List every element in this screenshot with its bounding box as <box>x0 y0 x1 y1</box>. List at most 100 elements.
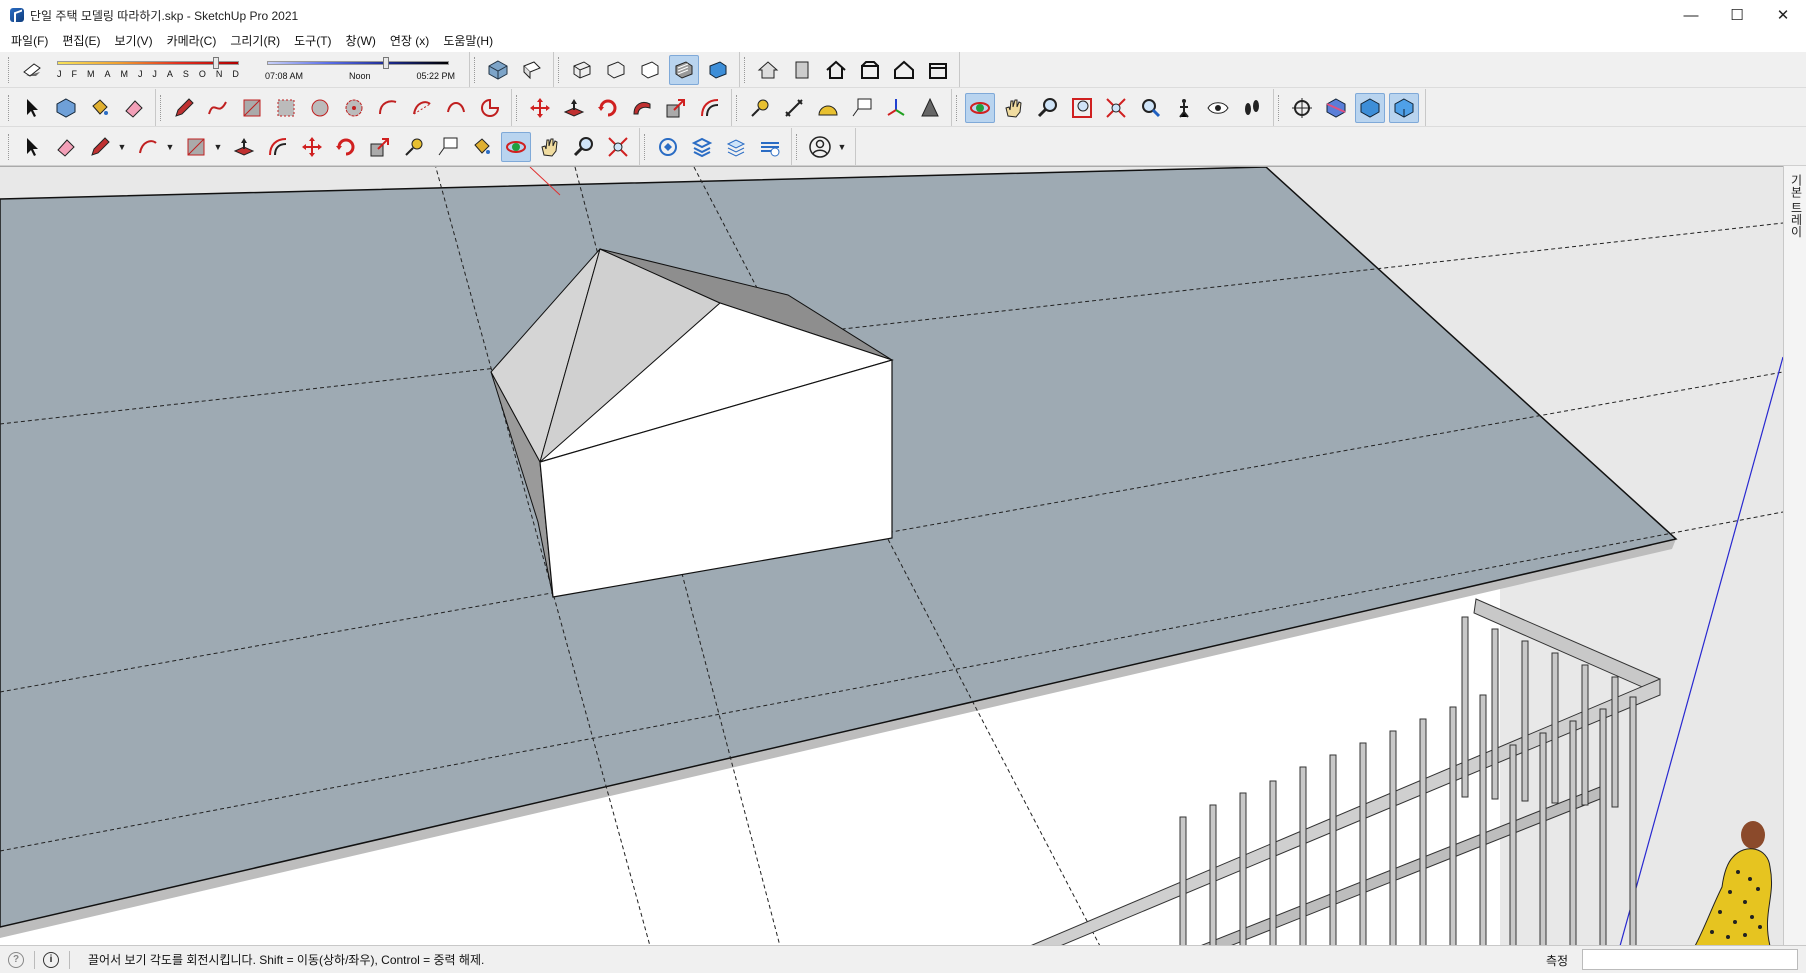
section-fill-button[interactable] <box>1389 92 1419 123</box>
zoom-window-button[interactable] <box>1067 93 1097 123</box>
toolbar-grip[interactable] <box>644 133 647 160</box>
menu-extensions[interactable]: 연장 (x) <box>383 30 436 52</box>
xray-style-button[interactable] <box>567 55 597 85</box>
store-tool-button[interactable] <box>855 55 885 85</box>
line-dropdown-arrow[interactable]: ▼ <box>117 132 127 162</box>
info-icon[interactable]: i <box>43 951 59 968</box>
rectangle-button[interactable] <box>237 93 267 123</box>
arc-button[interactable] <box>373 93 403 123</box>
orbit-button[interactable] <box>965 92 995 123</box>
tape-measure-button[interactable] <box>745 93 775 123</box>
rotate-button[interactable] <box>593 93 623 123</box>
push-pull-button-2[interactable] <box>229 132 259 162</box>
pan-button-2[interactable] <box>535 132 565 162</box>
layers-button[interactable] <box>721 132 751 162</box>
top-view-button[interactable] <box>517 55 547 85</box>
zoom-button[interactable] <box>1033 93 1063 123</box>
toolbar-grip[interactable] <box>8 56 11 83</box>
eraser-button[interactable] <box>119 93 149 123</box>
position-camera-button[interactable] <box>1169 93 1199 123</box>
menu-window[interactable]: 창(W) <box>339 30 383 52</box>
move-button-2[interactable] <box>297 132 327 162</box>
close-button[interactable]: ✕ <box>1760 0 1806 30</box>
toolbar-grip[interactable] <box>1278 94 1281 121</box>
paint-bucket-button[interactable] <box>85 93 115 123</box>
default-tray-tab[interactable]: 기본 트레이 <box>1783 166 1806 945</box>
account-dropdown-arrow[interactable]: ▼ <box>837 132 847 162</box>
circle-button[interactable] <box>305 93 335 123</box>
account-button[interactable] <box>805 132 835 162</box>
iso-view-button[interactable] <box>483 55 513 85</box>
follow-me-button[interactable] <box>627 93 657 123</box>
measurements-input[interactable] <box>1582 949 1798 970</box>
component-button[interactable] <box>51 93 81 123</box>
tape-measure-button-2[interactable] <box>399 132 429 162</box>
menu-file[interactable]: 파일(F) <box>4 30 55 52</box>
sandbox-button[interactable] <box>755 132 785 162</box>
text-button[interactable] <box>847 93 877 123</box>
date-slider[interactable]: J F M A M J J A S O N D <box>55 55 255 85</box>
arc-dropdown-arrow[interactable]: ▼ <box>165 132 175 162</box>
model-scene[interactable] <box>0 167 1783 945</box>
select-button-2[interactable] <box>17 132 47 162</box>
toolbar-grip[interactable] <box>736 94 739 121</box>
select-button[interactable] <box>17 93 47 123</box>
protractor-button[interactable] <box>813 93 843 123</box>
line-button[interactable] <box>85 132 115 162</box>
offset-button[interactable] <box>695 93 725 123</box>
rotated-rectangle-button[interactable] <box>271 93 301 123</box>
arc-button-2[interactable] <box>133 132 163 162</box>
minimize-button[interactable]: — <box>1668 0 1714 30</box>
textured-style-button[interactable] <box>703 55 733 85</box>
rectangle-dropdown-arrow[interactable]: ▼ <box>213 132 223 162</box>
dimension-button[interactable] <box>779 93 809 123</box>
building-tool-button[interactable] <box>787 55 817 85</box>
menu-view[interactable]: 보기(V) <box>107 30 159 52</box>
zoom-extents-button-2[interactable] <box>603 132 633 162</box>
toolbar-grip[interactable] <box>8 94 11 121</box>
home-tool-button[interactable] <box>821 55 851 85</box>
model-viewport[interactable] <box>0 166 1783 945</box>
toolbar-grip[interactable] <box>474 56 477 83</box>
toolbar-grip[interactable] <box>160 94 163 121</box>
walk-button[interactable] <box>1237 93 1267 123</box>
toolbar-grip[interactable] <box>744 56 747 83</box>
wireframe-style-button[interactable] <box>601 55 631 85</box>
axes-button[interactable] <box>881 93 911 123</box>
previous-view-button[interactable] <box>1135 93 1165 123</box>
menu-edit[interactable]: 편집(E) <box>55 30 107 52</box>
section-plane-button[interactable] <box>1287 93 1317 123</box>
three-point-arc-button[interactable] <box>441 93 471 123</box>
look-around-button[interactable] <box>1203 93 1233 123</box>
time-slider-thumb[interactable] <box>383 56 389 69</box>
garage-tool-button[interactable] <box>923 55 953 85</box>
scale-button[interactable] <box>661 93 691 123</box>
toolbar-grip[interactable] <box>796 133 799 160</box>
date-slider-thumb[interactable] <box>213 56 219 69</box>
hidden-line-style-button[interactable] <box>635 55 665 85</box>
menu-draw[interactable]: 그리기(R) <box>223 30 287 52</box>
shadows-toggle-button[interactable] <box>17 55 47 85</box>
polygon-button[interactable] <box>339 93 369 123</box>
scale-button-2[interactable] <box>365 132 395 162</box>
push-pull-button[interactable] <box>559 93 589 123</box>
geo-location-icon[interactable]: ? <box>8 951 24 968</box>
toolbar-grip[interactable] <box>558 56 561 83</box>
toolbar-grip[interactable] <box>8 133 11 160</box>
pencil-button[interactable] <box>169 93 199 123</box>
menu-help[interactable]: 도움말(H) <box>436 30 500 52</box>
orbit-button-2[interactable] <box>501 131 531 162</box>
shaded-style-button[interactable] <box>669 54 699 85</box>
toolbar-grip[interactable] <box>516 94 519 121</box>
paint-bucket-button-2[interactable] <box>467 132 497 162</box>
rectangle-button-2[interactable] <box>181 132 211 162</box>
section-cut-button[interactable] <box>1355 92 1385 123</box>
zoom-extents-button[interactable] <box>1101 93 1131 123</box>
offset-button-2[interactable] <box>263 132 293 162</box>
time-slider[interactable]: 07:08 AM Noon 05:22 PM <box>265 55 455 85</box>
move-button[interactable] <box>525 93 555 123</box>
two-point-arc-button[interactable] <box>407 93 437 123</box>
menu-tools[interactable]: 도구(T) <box>287 30 338 52</box>
3d-warehouse-button[interactable] <box>653 132 683 162</box>
toolbar-grip[interactable] <box>956 94 959 121</box>
